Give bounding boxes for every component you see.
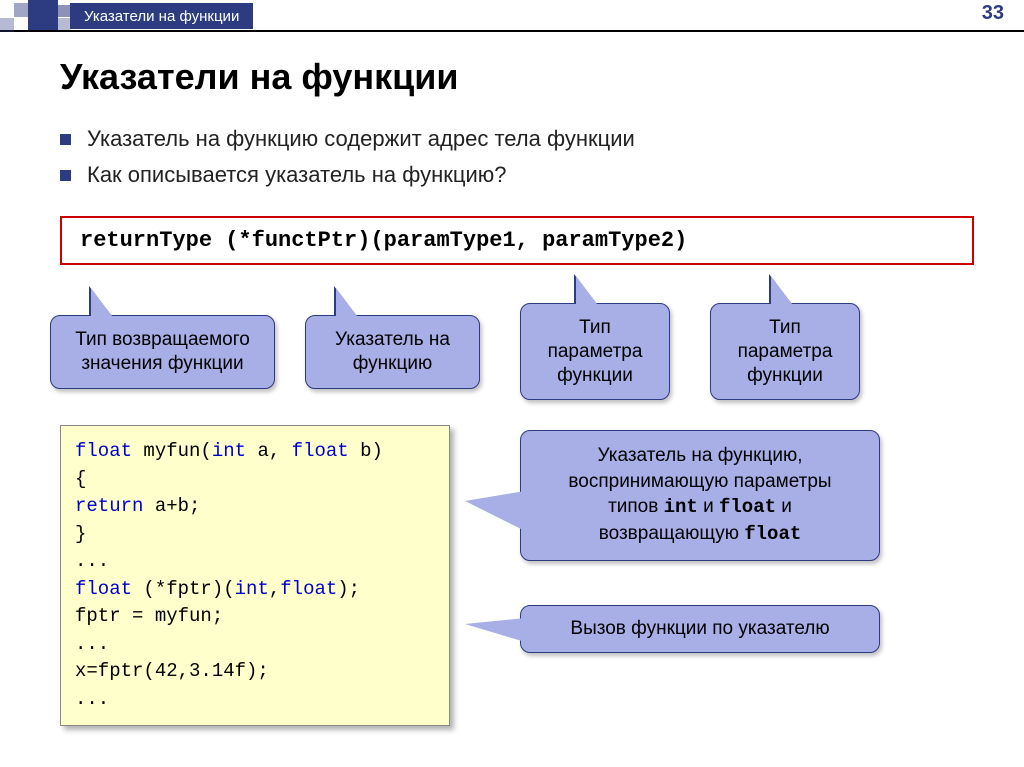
code-example: float myfun(int a, float b) { return a+b… — [60, 425, 450, 726]
bullet-icon — [60, 170, 71, 181]
syntax-declaration: returnType (*functPtr)(paramType1, param… — [60, 216, 974, 265]
syntax-text: returnType (*functPtr)(paramType1, param… — [80, 228, 687, 253]
callout-row: Тип возвращаемого значения функции Указа… — [60, 265, 974, 435]
bullet-list: Указатель на функцию содержит адрес тела… — [60, 126, 974, 188]
callout-func-ptr: Указатель на функцию — [305, 315, 480, 389]
logo-squares — [0, 0, 70, 32]
page-number: 33 — [982, 2, 1004, 25]
topbar-label: Указатели на функции — [84, 8, 239, 25]
callout-ptr-description: Указатель на функцию, воспринимающую пар… — [520, 430, 880, 561]
callout-param2: Тип параметра функции — [710, 303, 860, 400]
callout-param1: Тип параметра функции — [520, 303, 670, 400]
topbar-strip: Указатели на функции — [70, 3, 253, 29]
callout-call-by-ptr: Вызов функции по указателю — [520, 605, 880, 653]
callout-return-type: Тип возвращаемого значения функции — [50, 315, 275, 389]
slide-topbar: Указатели на функции 33 — [0, 0, 1024, 32]
bullet-icon — [60, 134, 71, 145]
bullet-text: Указатель на функцию содержит адрес тела… — [87, 126, 635, 152]
slide-content: Указатели на функции Указатель на функци… — [0, 32, 1024, 435]
bullet-text: Как описывается указатель на функцию? — [87, 162, 507, 188]
slide-title: Указатели на функции — [60, 56, 974, 98]
bullet-item: Указатель на функцию содержит адрес тела… — [60, 126, 974, 152]
bullet-item: Как описывается указатель на функцию? — [60, 162, 974, 188]
